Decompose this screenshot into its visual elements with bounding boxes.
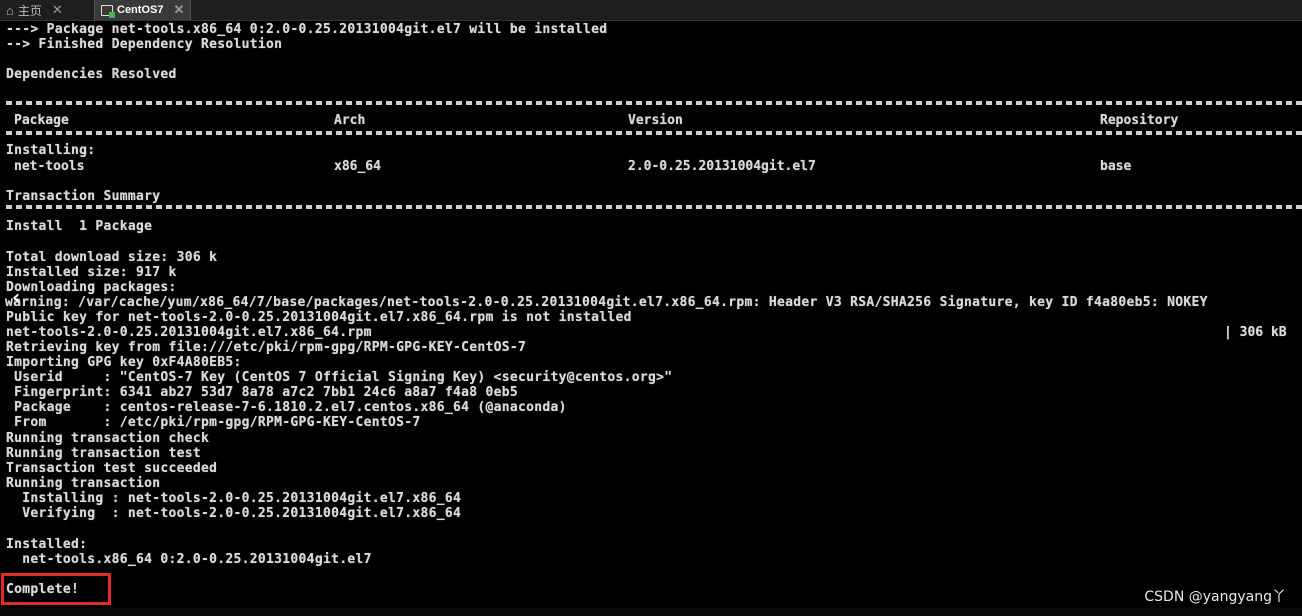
tab-home-label: 主页 [17,3,42,18]
terminal-line: --> Finished Dependency Resolution [6,37,283,52]
terminal-line: Running transaction check [6,431,210,446]
terminal-line: Dependencies Resolved [6,67,177,82]
tab-home[interactable]: ⌂ 主页 ✕ [0,0,94,20]
home-icon: ⌂ [6,2,14,18]
install-count: Install 1 Package [6,219,153,234]
table-cell-package: net-tools [14,159,85,174]
separator [6,205,1302,209]
terminal-line: Fingerprint: 6341 ab27 53d7 8a78 a7c2 7b… [6,385,518,400]
table-cell-arch: x86_64 [334,159,381,174]
close-icon[interactable]: ✕ [173,2,184,18]
terminal-line: From : /etc/pki/rpm-gpg/RPM-GPG-KEY-Cent… [6,415,421,430]
watermark: CSDN @yangyang丫 [1144,589,1286,605]
table-cell-repository: base [1100,159,1132,174]
table-header-version: Version [628,113,683,128]
vm-icon [101,4,115,18]
terminal-screen[interactable]: ---> Package net-tools.x86_64 0:2.0-0.25… [0,21,1302,616]
installing-label: Installing: [6,143,96,158]
terminal-line: Retrieving key from file:///etc/pki/rpm-… [6,340,527,355]
table-header-repository: Repository [1100,113,1179,128]
terminal-line: Installing : net-tools-2.0-0.25.20131004… [6,491,462,506]
chevron-left-icon[interactable]: ‹ [12,285,20,309]
terminal-line: Downloading packages: [6,280,177,295]
separator [6,131,1302,135]
table-header-arch: Arch [334,113,366,128]
terminal-line: Verifying : net-tools-2.0-0.25.20131004g… [6,506,462,521]
terminal-line: Public key for net-tools-2.0-0.25.201310… [6,310,632,325]
terminal-line: Installed: [6,537,88,552]
terminal-line: ---> Package net-tools.x86_64 0:2.0-0.25… [6,22,608,37]
bottom-strip [0,608,1302,616]
terminal-line: net-tools-2.0-0.25.20131004git.el7.x86_6… [6,325,372,340]
terminal-line: Userid : "CentOS-7 Key (CentOS 7 Officia… [6,370,673,385]
table-cell-version: 2.0-0.25.20131004git.el7 [628,159,816,174]
terminal-line: Transaction test succeeded [6,461,218,476]
terminal-line: Running transaction test [6,446,202,461]
tab-centos7[interactable]: CentOS7 ✕ [94,0,192,20]
terminal-line: Running transaction [6,476,161,491]
terminal-line: Package : centos-release-7-6.1810.2.el7.… [6,400,567,415]
terminal-line: Importing GPG key 0xF4A80EB5: [6,355,242,370]
table-header-package: Package [14,113,69,128]
tab-centos7-label: CentOS7 [117,4,164,16]
highlight-box [1,573,111,605]
terminal-line: warning: /var/cache/yum/x86_64/7/base/pa… [5,295,1208,310]
download-size-right: | 306 kB [1224,325,1287,340]
terminal-line: net-tools.x86_64 0:2.0-0.25.20131004git.… [6,552,372,567]
tab-bar: ⌂ 主页 ✕ CentOS7 ✕ [0,0,1302,21]
transaction-summary: Transaction Summary [6,189,161,204]
terminal-line: Total download size: 306 k [6,250,218,265]
terminal-line: Installed size: 917 k [6,265,177,280]
separator [6,101,1302,105]
close-icon[interactable]: ✕ [52,2,63,18]
